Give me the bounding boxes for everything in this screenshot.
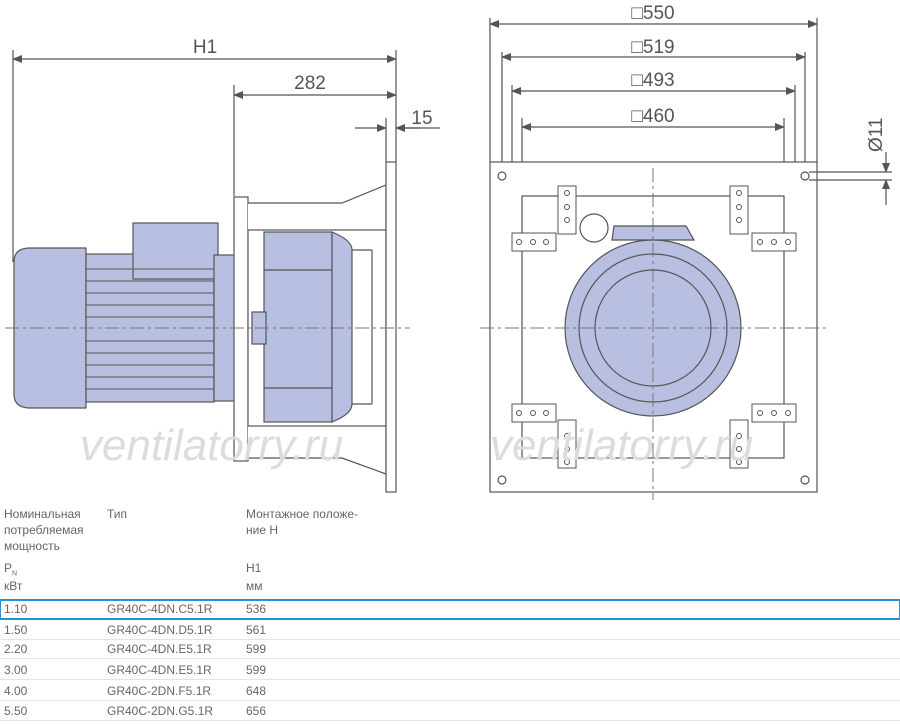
table-row[interactable]: 1.10 GR40C-4DN.C5.1R 536	[0, 599, 900, 620]
460-label: □460	[631, 106, 674, 127]
unit-kw: кВт	[4, 579, 23, 593]
493-label: □493	[631, 70, 674, 91]
cable-gland	[579, 213, 609, 243]
watermark-left: ventilatorry.ru	[80, 421, 343, 470]
spec-table: Номинальная потребляемая мощность Тип Мо…	[0, 500, 900, 724]
15-label: 15	[411, 108, 432, 129]
table-row[interactable]: 2.20 GR40C-4DN.E5.1R 599	[0, 640, 900, 659]
header-mounting: Монтажное положе- ние H	[246, 507, 359, 537]
550-label: □550	[631, 3, 674, 24]
impeller	[263, 231, 353, 423]
h1-label: H1	[193, 37, 217, 58]
table-row[interactable]: 3.00 GR40C-4DN.E5.1R 599	[0, 661, 900, 680]
header-power: Номинальная потребляемая мощность	[4, 507, 84, 553]
subheader-h1: H1	[246, 561, 262, 575]
table-row[interactable]: 1.50 GR40C-4DN.D5.1R 561	[0, 621, 900, 640]
table-row[interactable]: 4.00 GR40C-2DN.F5.1R 648	[0, 682, 900, 701]
technical-drawing: H1 282 15 □550 □519 □493 □460 Ø11 ventil…	[5, 3, 892, 500]
d11-label: Ø11	[866, 117, 887, 152]
table-row[interactable]: 5.50 GR40C-2DN.G5.1R 656	[0, 702, 900, 721]
front-flange	[385, 161, 397, 493]
519-label: □519	[631, 37, 674, 58]
unit-mm: мм	[246, 579, 263, 593]
watermark-right: ventilatorry.ru	[490, 421, 753, 470]
motor	[13, 222, 237, 409]
header-type: Тип	[107, 507, 128, 521]
282-label: 282	[294, 73, 326, 94]
